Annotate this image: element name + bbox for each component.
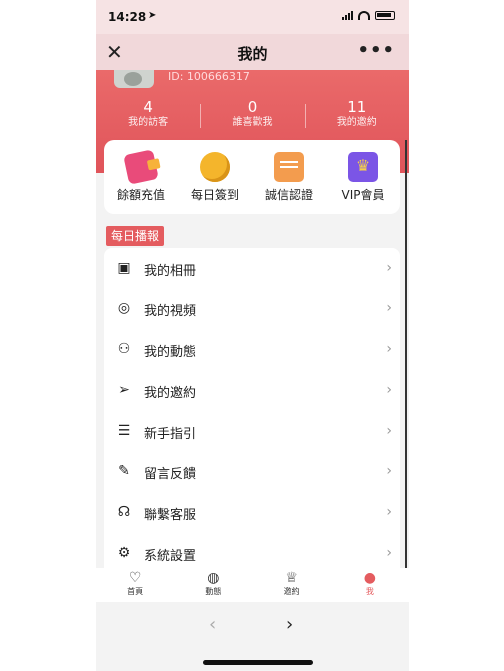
menu-label: 系統設置: [144, 549, 197, 564]
stat-visitors[interactable]: 4 我的訪客: [96, 98, 200, 134]
menu-label: 新手指引: [144, 427, 197, 442]
profile-icon: ●: [363, 570, 376, 586]
tab-label: 邀約: [283, 587, 300, 596]
chevron-right-icon: ›: [386, 463, 392, 479]
guide-icon: ☰: [117, 423, 131, 439]
stat-label: 我的訪客: [128, 117, 169, 128]
status-time: 14:28: [108, 10, 147, 24]
quick-checkin-button[interactable]: 每日簽到: [178, 152, 252, 203]
home-indicator[interactable]: [203, 660, 313, 665]
settings-icon: ⚙: [117, 545, 131, 561]
menu-list: ▣ 我的相冊 › ◎ 我的視頻 › ⚇ 我的動態 › ➢ 我的邀約 › ☰ 新手…: [104, 248, 400, 568]
signal-icon: [342, 11, 353, 20]
chevron-right-icon: ›: [386, 300, 392, 316]
quick-verify-button[interactable]: 誠信認證: [252, 152, 326, 203]
vip-crown-icon: [348, 152, 378, 182]
stat-label: 誰喜歡我: [232, 117, 273, 128]
tab-bar: ♡ 首頁 ◍ 動態 ♕ 邀約 ● 我: [96, 568, 409, 602]
quick-actions-card: 餘額充值 每日簽到 誠信認證 VIP會員: [104, 140, 400, 214]
tab-home[interactable]: ♡ 首頁: [96, 568, 174, 602]
wifi-icon: [358, 11, 370, 20]
browser-nav-bar: ‹ ›: [96, 602, 409, 647]
back-arrow-icon[interactable]: ‹: [209, 614, 216, 635]
status-bar: 14:28 ➤: [96, 0, 409, 34]
nav-bar: ✕ 我的 •••: [96, 34, 409, 70]
menu-label: 我的邀約: [144, 386, 197, 401]
support-icon: ☊: [117, 504, 131, 520]
profile-stats: 4 我的訪客 0 誰喜歡我 11 我的邀約: [96, 98, 409, 134]
tab-label: 我: [365, 587, 374, 596]
tab-label: 動態: [205, 587, 222, 596]
coin-icon: [200, 152, 230, 182]
menu-label: 留言反饋: [144, 467, 197, 482]
menu-label: 我的相冊: [144, 264, 197, 279]
phone-screen: 14:28 ➤ ✕ 我的 ••• ID: 100666317 4 我的訪客 0 …: [96, 0, 409, 671]
stat-value: 0: [247, 98, 258, 116]
stat-value: 11: [347, 98, 367, 116]
quick-recharge-button[interactable]: 餘額充值: [104, 149, 178, 203]
certificate-icon: [274, 152, 304, 182]
album-icon: ▣: [117, 260, 131, 276]
battery-icon: [375, 11, 395, 20]
chevron-right-icon: ›: [386, 341, 392, 357]
scrollbar: [405, 140, 407, 570]
quick-vip-button[interactable]: VIP會員: [326, 152, 400, 203]
tab-moments[interactable]: ◍ 動態: [174, 568, 252, 602]
quick-label: 餘額充值: [116, 188, 165, 202]
stat-invitations[interactable]: 11 我的邀約: [304, 98, 409, 134]
menu-item-album[interactable]: ▣ 我的相冊 ›: [104, 248, 400, 288]
chevron-right-icon: ›: [386, 423, 392, 439]
planet-icon: ◍: [207, 570, 220, 586]
chevron-right-icon: ›: [386, 260, 392, 276]
quick-label: VIP會員: [341, 188, 385, 202]
more-icon[interactable]: •••: [357, 40, 395, 61]
menu-item-guide[interactable]: ☰ 新手指引 ›: [104, 411, 400, 451]
menu-label: 我的動態: [144, 345, 197, 360]
tab-label: 首頁: [127, 587, 144, 596]
menu-label: 聯繫客服: [144, 508, 197, 523]
stat-likes[interactable]: 0 誰喜歡我: [200, 98, 304, 134]
menu-item-feedback[interactable]: ✎ 留言反饋 ›: [104, 451, 400, 491]
quick-label: 每日簽到: [190, 188, 239, 202]
menu-item-settings[interactable]: ⚙ 系統設置 ›: [104, 533, 400, 568]
quick-label: 誠信認證: [264, 188, 313, 202]
chevron-right-icon: ›: [386, 545, 392, 561]
user-id: ID: 100666317: [168, 70, 250, 83]
menu-label: 我的視頻: [144, 304, 197, 319]
menu-item-invitations[interactable]: ➢ 我的邀約 ›: [104, 370, 400, 410]
send-icon: ➢: [118, 382, 130, 398]
menu-item-support[interactable]: ☊ 聯繫客服 ›: [104, 492, 400, 532]
forward-arrow-icon[interactable]: ›: [286, 614, 293, 635]
tab-me[interactable]: ● 我: [331, 568, 409, 602]
stat-label: 我的邀約: [336, 117, 377, 128]
heart-icon: ♡: [128, 570, 142, 586]
video-icon: ◎: [117, 300, 131, 316]
tab-invitations[interactable]: ♕ 邀約: [253, 568, 331, 602]
trophy-icon: ♕: [285, 570, 298, 586]
status-icons: [342, 11, 395, 20]
chevron-right-icon: ›: [386, 504, 392, 520]
menu-item-video[interactable]: ◎ 我的視頻 ›: [104, 288, 400, 328]
moments-icon: ⚇: [117, 341, 131, 357]
location-icon: ➤: [148, 10, 157, 21]
wallet-icon: [123, 149, 159, 185]
avatar[interactable]: [114, 70, 154, 88]
menu-item-moments[interactable]: ⚇ 我的動態 ›: [104, 329, 400, 369]
chevron-right-icon: ›: [386, 382, 392, 398]
stat-value: 4: [143, 98, 153, 116]
feedback-icon: ✎: [118, 463, 130, 479]
daily-report-tag[interactable]: 每日播報: [106, 226, 165, 246]
